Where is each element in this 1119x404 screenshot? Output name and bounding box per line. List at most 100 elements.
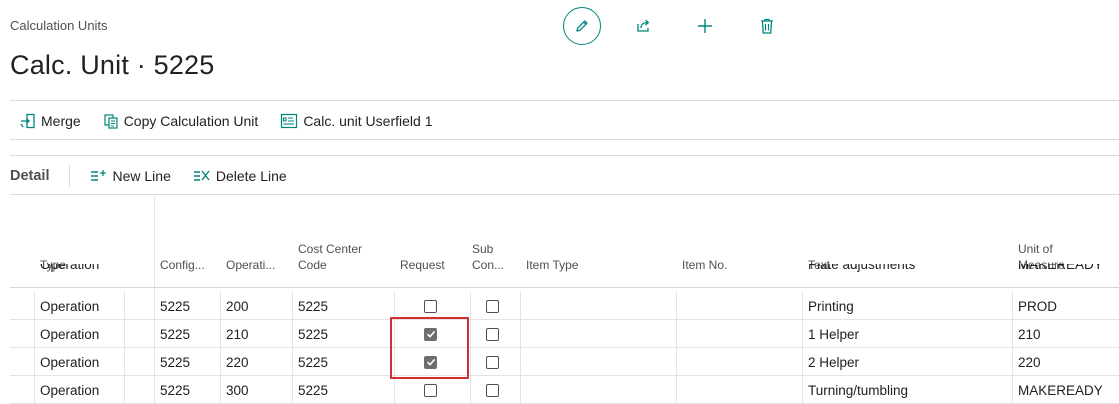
- cell-divider: [1012, 292, 1013, 320]
- cell-divider: [220, 320, 221, 348]
- sub-con-checkbox[interactable]: [486, 299, 499, 313]
- cell-divider: [1012, 348, 1013, 376]
- cell-divider: [124, 320, 125, 348]
- cell-type[interactable]: Operation: [40, 348, 99, 376]
- cell-divider: [394, 376, 395, 404]
- cell-divider: [292, 292, 293, 320]
- table-row[interactable]: Operation 5225 220 5225 2 Helper 220: [10, 348, 1119, 376]
- cell-type[interactable]: Operation: [40, 376, 99, 404]
- cell-divider: [520, 348, 521, 376]
- sub-con-checkbox[interactable]: [486, 383, 499, 397]
- cell-config[interactable]: 5225: [160, 292, 190, 320]
- new-button[interactable]: [692, 13, 718, 39]
- merge-label: Merge: [41, 113, 81, 129]
- trash-icon: [761, 18, 773, 34]
- divider: [10, 139, 1119, 140]
- divider: [10, 100, 1119, 101]
- share-button[interactable]: [630, 13, 656, 39]
- cell-text[interactable]: Printing: [808, 292, 854, 320]
- cell-divider: [520, 292, 521, 320]
- cell-divider: [124, 376, 125, 404]
- cell-unit[interactable]: 210: [1018, 320, 1041, 348]
- share-icon: [637, 19, 650, 32]
- cell-operation[interactable]: 300: [226, 376, 249, 404]
- table-row-partial[interactable]: Operation Plate adjustments MAKEREADY: [10, 264, 1119, 288]
- cell-operation[interactable]: 220: [226, 348, 249, 376]
- copy-icon: [104, 114, 118, 129]
- cell-divider: [802, 348, 803, 376]
- cell-config[interactable]: 5225: [160, 320, 190, 348]
- delete-button[interactable]: [754, 13, 780, 39]
- cell-divider: [124, 292, 125, 320]
- cell-request: [424, 376, 437, 404]
- divider: [10, 155, 1119, 156]
- page-title: Calc. Unit · 5225: [10, 50, 215, 80]
- delete-line-label: Delete Line: [215, 168, 287, 184]
- cell-operation[interactable]: 210: [226, 320, 249, 348]
- page-actions: [563, 7, 773, 45]
- cell-divider: [1012, 320, 1013, 348]
- request-checkbox[interactable]: [424, 383, 437, 397]
- edit-button[interactable]: [563, 7, 601, 45]
- cell-type[interactable]: Operation: [40, 292, 99, 320]
- cell-unit[interactable]: PROD: [1018, 292, 1057, 320]
- cell-cost-center[interactable]: 5225: [298, 292, 328, 320]
- cell-divider: [34, 376, 35, 404]
- cell-sub-con: [486, 376, 499, 404]
- cell-divider: [1012, 376, 1013, 404]
- sub-con-checkbox[interactable]: [486, 355, 499, 369]
- cell-cost-center[interactable]: 5225: [298, 320, 328, 348]
- cell-divider: [34, 320, 35, 348]
- detail-title[interactable]: Detail: [10, 168, 50, 184]
- cell-divider: [220, 292, 221, 320]
- new-line-label: New Line: [112, 168, 171, 184]
- new-line-action[interactable]: New Line: [90, 168, 171, 184]
- copy-calculation-unit-action[interactable]: Copy Calculation Unit: [103, 113, 259, 129]
- sub-con-checkbox[interactable]: [486, 327, 499, 341]
- action-bar: Merge Copy Calculation Unit Calc. unit U…: [10, 103, 454, 139]
- cell-config[interactable]: 5225: [160, 348, 190, 376]
- cell-divider: [520, 376, 521, 404]
- cell-divider: [520, 320, 521, 348]
- cell-text[interactable]: 2 Helper: [808, 348, 859, 376]
- cell-text[interactable]: 1 Helper: [808, 320, 859, 348]
- table-row[interactable]: Operation 5225 200 5225 Printing PROD: [10, 292, 1119, 320]
- userfield-icon: [281, 113, 298, 129]
- cell-unit[interactable]: MAKEREADY: [1018, 376, 1103, 404]
- cell-divider: [470, 320, 471, 348]
- cell-sub-con: [486, 348, 499, 376]
- table-row[interactable]: Operation 5225 210 5225 1 Helper 210: [10, 320, 1119, 348]
- cell-divider: [220, 376, 221, 404]
- cell-divider: [220, 348, 221, 376]
- detail-bar: Detail New Line Delete Line: [10, 158, 309, 194]
- cell-divider: [470, 376, 471, 404]
- cell-divider: [470, 348, 471, 376]
- cell-divider: [124, 348, 125, 376]
- cell-config[interactable]: 5225: [160, 376, 190, 404]
- breadcrumb[interactable]: Calculation Units: [10, 18, 108, 33]
- table-row[interactable]: Operation 5225 300 5225 Turning/tumbling MAKE…: [10, 376, 1119, 404]
- calc-unit-userfield-action[interactable]: Calc. unit Userfield 1: [280, 113, 432, 129]
- delete-line-action[interactable]: Delete Line: [193, 168, 287, 184]
- merge-action[interactable]: Merge: [20, 113, 81, 129]
- pencil-icon: [576, 20, 588, 32]
- cell-divider: [802, 292, 803, 320]
- new-line-icon: [90, 170, 106, 181]
- detail-grid: Type Config... Operati... Cost Center Cod…: [0, 196, 1119, 404]
- copy-calculation-unit-label: Copy Calculation Unit: [123, 113, 259, 129]
- cell-text[interactable]: Turning/tumbling: [808, 376, 908, 404]
- cell-type[interactable]: Operation: [40, 320, 99, 348]
- cell-divider: [802, 376, 803, 404]
- request-checkbox[interactable]: [424, 299, 437, 313]
- cell-divider: [154, 320, 155, 348]
- cell-cost-center[interactable]: 5225: [298, 348, 328, 376]
- cell-divider: [154, 292, 155, 320]
- cell-operation[interactable]: 200: [226, 292, 249, 320]
- delete-line-icon: [193, 170, 210, 181]
- cell-cost-center[interactable]: 5225: [298, 376, 328, 404]
- cell-divider: [292, 348, 293, 376]
- cell-divider: [676, 348, 677, 376]
- divider: [10, 194, 1119, 195]
- cell-unit[interactable]: 220: [1018, 348, 1041, 376]
- cell-divider: [154, 348, 155, 376]
